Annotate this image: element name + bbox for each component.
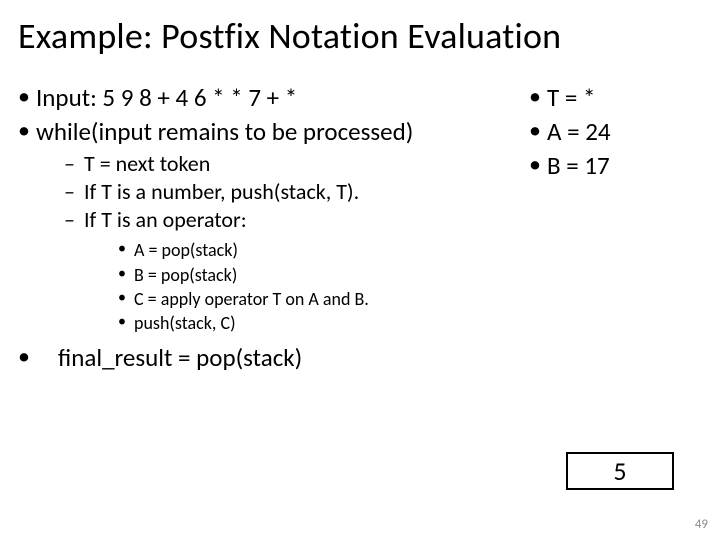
list-item: B = 17 — [525, 150, 706, 182]
while-body-list: T = next token If T is a number, push(st… — [36, 150, 519, 336]
list-item: while(input remains to be processed) T =… — [14, 116, 519, 336]
list-item: If T is a number, push(stack, T). — [64, 178, 519, 206]
stack-cell: 5 — [566, 452, 674, 490]
list-item: Input: 5 9 8 + 4 6 * * 7 + * — [14, 82, 519, 114]
list-item: T = next token — [64, 150, 519, 178]
operator-body-list: A = pop(stack) B = pop(stack) C = apply … — [84, 238, 519, 335]
list-item: final_result = pop(stack) — [14, 342, 519, 373]
list-item: C = apply operator T on A and B. — [118, 287, 519, 311]
list-item: B = pop(stack) — [118, 263, 519, 287]
list-item: push(stack, C) — [118, 311, 519, 335]
state-list: T = * A = 24 B = 17 — [525, 82, 706, 182]
final-result-list: final_result = pop(stack) — [14, 342, 519, 373]
stack-value: 5 — [613, 455, 626, 487]
algorithm-list: Input: 5 9 8 + 4 6 * * 7 + * while(input… — [14, 82, 519, 336]
list-item: A = pop(stack) — [118, 238, 519, 262]
right-column: T = * A = 24 B = 17 — [519, 82, 706, 373]
slide-title: Example: Postfix Notation Evaluation — [0, 0, 720, 64]
list-item: T = * — [525, 82, 706, 114]
list-item: A = 24 — [525, 116, 706, 148]
slide: Example: Postfix Notation Evaluation Inp… — [0, 0, 720, 540]
content-columns: Input: 5 9 8 + 4 6 * * 7 + * while(input… — [0, 64, 720, 373]
left-column: Input: 5 9 8 + 4 6 * * 7 + * while(input… — [14, 82, 519, 373]
list-item-text: If T is an operator: — [84, 206, 247, 233]
list-item: If T is an operator: A = pop(stack) B = … — [64, 206, 519, 335]
page-number: 49 — [695, 517, 708, 532]
list-item-text: while(input remains to be processed) — [36, 116, 413, 147]
